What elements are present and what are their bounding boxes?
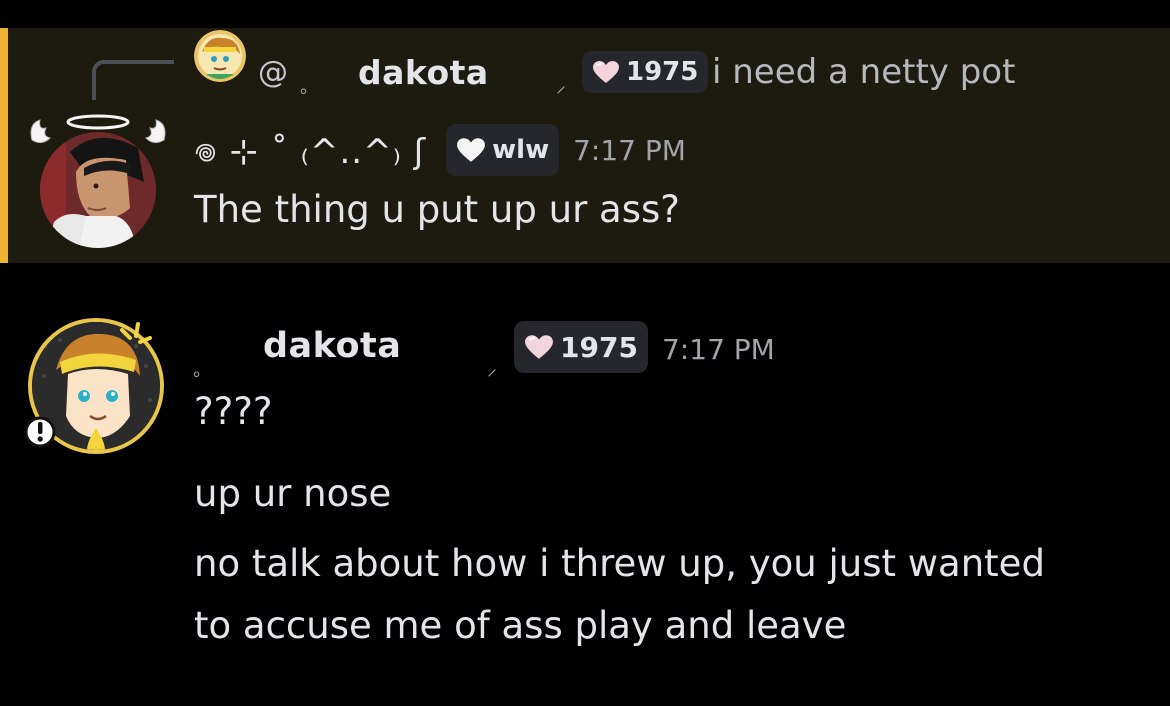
author-name-ring: 。 xyxy=(193,360,211,381)
reply-mention-at: @ xyxy=(258,54,288,90)
halo-icon xyxy=(66,114,130,130)
reply-name-slash: ⸝ xyxy=(556,72,566,97)
reply-spine-icon xyxy=(92,60,174,100)
author-name[interactable]: dakota xyxy=(263,326,401,366)
reply-preview-text[interactable]: i need a netty pot xyxy=(712,50,1015,94)
reply-avatar[interactable] xyxy=(194,30,246,82)
message-timestamp[interactable]: 7:17 PM xyxy=(662,333,775,366)
heart-icon xyxy=(593,61,619,83)
message-content[interactable]: up ur nose xyxy=(194,472,391,515)
author-name[interactable]: 𖦹 ⊹ ˚ ₍^..^₎ ʃ xyxy=(194,127,426,173)
message-content[interactable]: to accuse me of ass play and leave xyxy=(194,604,846,647)
exclamation-badge-icon xyxy=(24,416,56,448)
author-tag-label: wlw xyxy=(492,135,550,165)
author-server-tag[interactable]: wlw xyxy=(446,124,560,176)
message-content[interactable]: ???? xyxy=(194,390,273,433)
author-tag-label: 1975 xyxy=(560,330,638,364)
message-timestamp[interactable]: 7:17 PM xyxy=(573,134,686,167)
message-header: 𖦹 ⊹ ˚ ₍^..^₎ ʃ wlw 7:17 PM xyxy=(194,120,686,180)
reply-author-name[interactable]: dakota xyxy=(358,50,489,94)
message-content[interactable]: no talk about how i threw up, you just w… xyxy=(194,542,1045,585)
reply-server-tag[interactable]: 1975 xyxy=(582,51,709,93)
heart-icon xyxy=(525,335,553,359)
author-server-tag[interactable]: 1975 xyxy=(514,321,648,373)
author-avatar[interactable] xyxy=(26,112,170,252)
author-name-slash: ⸝ xyxy=(487,356,497,380)
author-avatar[interactable] xyxy=(24,316,166,458)
message-content[interactable]: The thing u put up ur ass? xyxy=(194,188,680,231)
reply-name-ring: 。 xyxy=(300,77,318,98)
reply-tag-label: 1975 xyxy=(626,57,699,87)
heart-icon xyxy=(457,138,486,162)
